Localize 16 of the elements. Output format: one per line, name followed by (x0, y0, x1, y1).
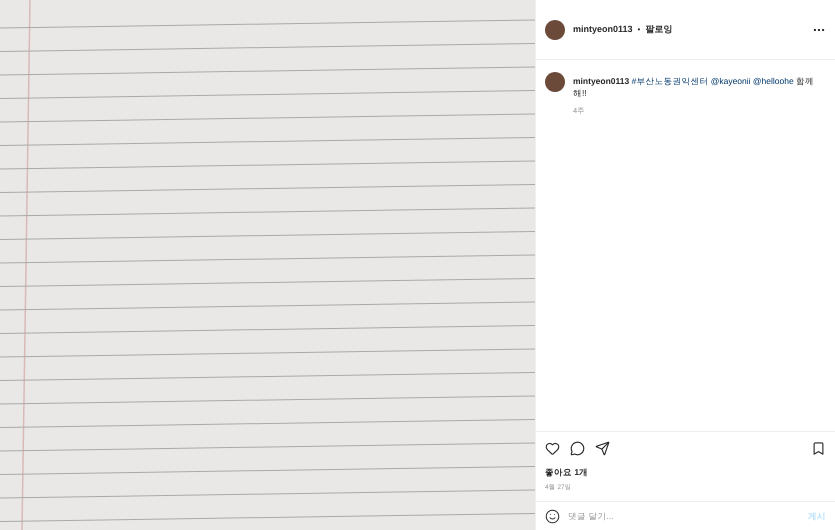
like-icon[interactable] (545, 440, 560, 456)
like-count[interactable]: 좋아요 1개 (545, 466, 826, 478)
caption-text: mintyeon0113 #부산노동권익센터 @kayeonii @helloohe 함께해!! (573, 75, 816, 99)
tag-link[interactable]: #부산노동권익센터 (632, 76, 708, 86)
username-link[interactable]: mintyeon0113 (573, 22, 633, 36)
tag-link[interactable]: @helloohe (752, 76, 794, 86)
comment-icon[interactable] (570, 440, 585, 456)
emoji-icon[interactable] (545, 508, 560, 524)
share-icon[interactable] (595, 440, 610, 456)
separator: • (638, 24, 640, 36)
tag-link[interactable]: @kayeonii (710, 76, 751, 86)
follow-status[interactable]: 팔로잉 (645, 22, 672, 36)
bookmark-icon[interactable] (811, 440, 826, 456)
avatar[interactable] (545, 72, 565, 92)
avatar[interactable] (545, 20, 565, 40)
username-link[interactable]: mintyeon0113 (573, 76, 630, 86)
